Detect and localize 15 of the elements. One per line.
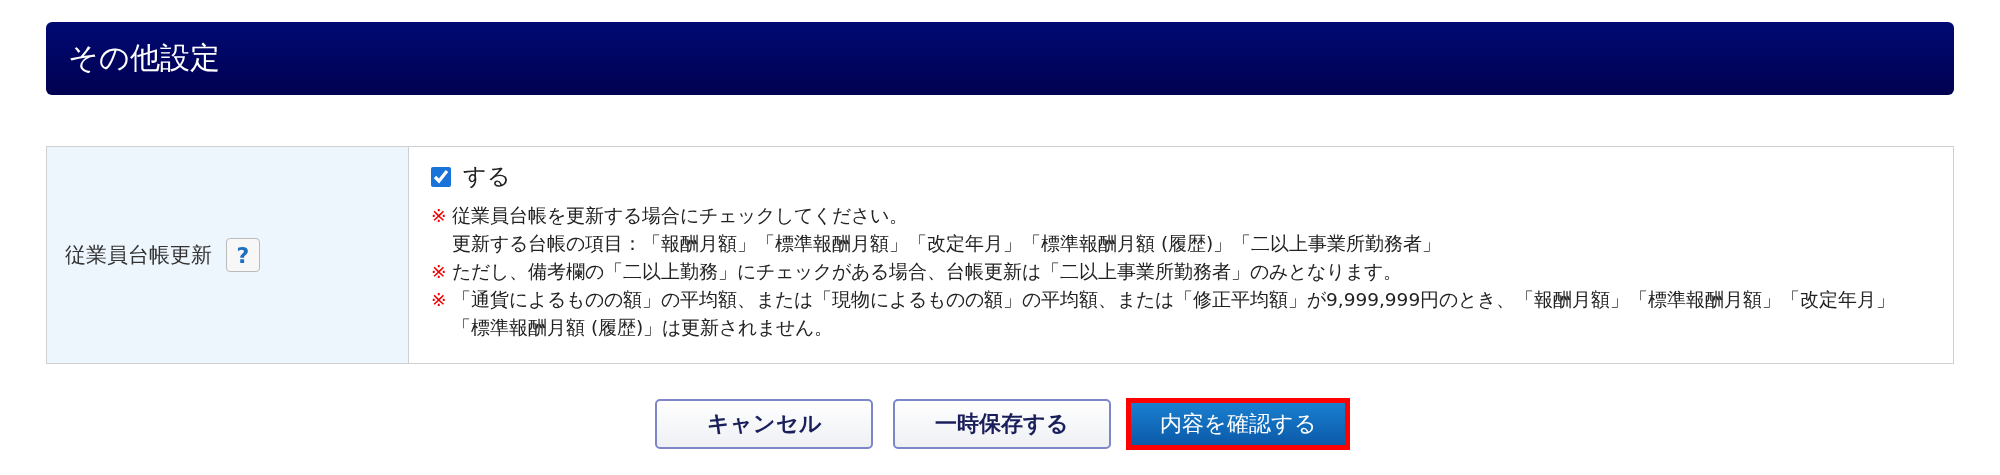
note-text: 更新する台帳の項目：「報酬月額」「標準報酬月額」「改定年月」「標準報酬月額 (履歴)」「二以上事業所勤務者」 xyxy=(452,232,1442,256)
section-title: その他設定 xyxy=(68,39,220,77)
action-button[interactable]: 一時保存する xyxy=(893,399,1111,449)
help-button[interactable]: ? xyxy=(226,238,260,272)
action-button[interactable]: キャンセル xyxy=(655,399,873,449)
checkbox-label: する xyxy=(463,162,511,191)
setting-label: 従業員台帳更新 xyxy=(65,242,212,269)
note-text: ただし、備考欄の「二以上勤務」にチェックがある場合、台帳更新は「二以上事業所勤務者」のみとなります。 xyxy=(452,260,1402,284)
confirm-button[interactable]: 内容を確認する xyxy=(1131,403,1345,445)
note-mark: ※ xyxy=(431,204,448,228)
note-text: 「通貨によるものの額」の平均額、または「現物によるものの額」の平均額、または「修正平均額」が9,999,999円のとき、「報酬月額」「標準報酬月額」「改定年月」「標準報酬月額 (履歴)」は更新されません。 xyxy=(452,288,1897,340)
note-mark: ※ xyxy=(431,260,448,284)
note-text: 従業員台帳を更新する場合にチェックしてください。 xyxy=(452,204,909,228)
note-mark: ※ xyxy=(431,288,448,312)
checkbox[interactable] xyxy=(431,166,451,187)
